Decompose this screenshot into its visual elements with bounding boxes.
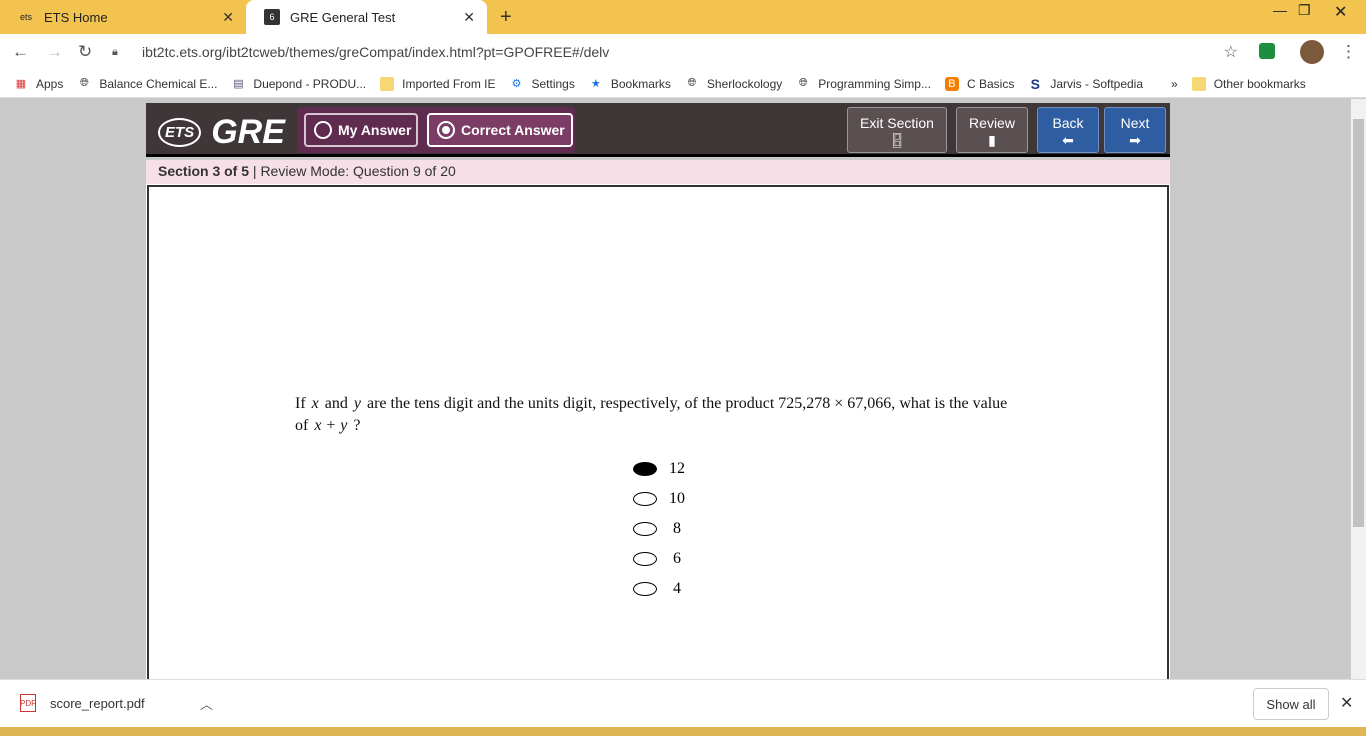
radio-oval-icon bbox=[633, 552, 657, 566]
section-status-bar: Section 3 of 5 | Review Mode: Question 9… bbox=[146, 160, 1170, 184]
radio-oval-icon bbox=[633, 522, 657, 536]
bookmark-icon: ▮ bbox=[988, 132, 996, 148]
bookmark-settings[interactable]: ⚙ Settings bbox=[510, 77, 575, 91]
ets-favicon-icon: ets bbox=[19, 12, 32, 22]
close-icon[interactable]: ✕ bbox=[1340, 693, 1353, 713]
answer-toggle-group: My Answer Correct Answer bbox=[297, 107, 575, 153]
restore-icon[interactable]: ❐ bbox=[1298, 2, 1311, 19]
tab-title: ETS Home bbox=[44, 9, 108, 25]
arrow-left-icon: ⬅ bbox=[1062, 132, 1074, 148]
exit-section-button[interactable]: Exit Section 🚪︎ bbox=[847, 107, 947, 153]
close-window-icon[interactable]: ✕ bbox=[1334, 2, 1347, 22]
close-tab-icon[interactable]: ✕ bbox=[222, 9, 234, 26]
answer-choice[interactable]: 4 bbox=[633, 580, 697, 598]
minimize-icon[interactable]: — bbox=[1273, 2, 1287, 18]
download-item[interactable]: PDF score_report.pdf bbox=[20, 694, 145, 712]
bookmark-jarvis-softpedia[interactable]: S Jarvis - Softpedia bbox=[1028, 75, 1143, 92]
bookmark-balance-chemical[interactable]: 🌐︎ Balance Chemical E... bbox=[77, 77, 217, 91]
radio-oval-icon bbox=[633, 582, 657, 596]
browser-toolbar: ← → ↻ 🔒︎ ibt2tc.ets.org/ibt2tcweb/themes… bbox=[0, 34, 1366, 70]
answer-choice[interactable]: 10 bbox=[633, 490, 697, 508]
tab-gre-general-test[interactable]: 6 GRE General Test ✕ bbox=[246, 0, 487, 34]
download-bar: PDF score_report.pdf ︿ Show all ✕ bbox=[0, 679, 1366, 727]
show-all-button[interactable]: Show all bbox=[1253, 688, 1329, 720]
radio-selected-icon bbox=[437, 121, 455, 139]
question-panel: If x and y are the tens digit and the units … bbox=[146, 184, 1170, 679]
folder-icon bbox=[1191, 76, 1206, 91]
radio-oval-icon bbox=[633, 492, 657, 506]
browser-tab-strip: ets ETS Home ✕ 6 GRE General Test ✕ + — … bbox=[0, 0, 1366, 34]
arrow-right-icon: ➡ bbox=[1129, 132, 1141, 148]
chevron-up-icon[interactable]: ︿ bbox=[200, 694, 213, 713]
globe-icon: 🌐︎ bbox=[798, 77, 808, 89]
gre-header: ETS GRE My Answer Correct Answer Exit Se… bbox=[146, 103, 1170, 157]
bookmark-star-icon[interactable]: ☆ bbox=[1224, 42, 1238, 62]
tab-ets-home[interactable]: ets ETS Home ✕ bbox=[0, 0, 246, 34]
other-bookmarks[interactable]: Other bookmarks bbox=[1191, 76, 1306, 91]
correct-answer-button[interactable]: Correct Answer bbox=[427, 113, 573, 147]
bookmarks-bar: ▦ Apps 🌐︎ Balance Chemical E... ▤ Duepond -… bbox=[0, 70, 1366, 98]
next-button[interactable]: Next ➡ bbox=[1104, 107, 1166, 153]
radio-empty-icon bbox=[314, 121, 332, 139]
softpedia-icon: S bbox=[1030, 75, 1040, 92]
gear-icon: ⚙ bbox=[511, 78, 522, 90]
menu-kebab-icon[interactable]: ⋮ bbox=[1340, 42, 1357, 62]
reload-icon[interactable]: ↻ bbox=[78, 42, 92, 62]
os-taskbar bbox=[0, 727, 1366, 736]
back-arrow-icon[interactable]: ← bbox=[12, 42, 29, 62]
bookmark-apps[interactable]: ▦ Apps bbox=[14, 77, 64, 91]
pdf-file-icon: PDF bbox=[20, 694, 36, 712]
more-bookmarks-button[interactable]: » bbox=[1171, 77, 1178, 91]
bookmark-bookmarks[interactable]: ★ Bookmarks bbox=[589, 77, 671, 91]
apps-grid-icon: ▦ bbox=[15, 78, 27, 90]
bookmark-sherlockology[interactable]: 🌐︎ Sherlockology bbox=[685, 77, 782, 91]
answer-choice[interactable]: 12 bbox=[633, 460, 697, 478]
bookmark-c-basics[interactable]: BC Basics bbox=[944, 76, 1014, 91]
extension-icon[interactable] bbox=[1259, 43, 1275, 59]
lock-icon: 🔒︎ bbox=[112, 45, 118, 58]
bookmark-duepond[interactable]: ▤ Duepond - PRODU... bbox=[231, 77, 366, 91]
ets-gre-logo: ETS GRE bbox=[158, 113, 285, 152]
star-icon: ★ bbox=[590, 78, 601, 90]
globe-icon: 🌐︎ bbox=[687, 77, 697, 89]
new-tab-icon[interactable]: + bbox=[500, 6, 512, 29]
my-answer-button[interactable]: My Answer bbox=[304, 113, 418, 147]
question-text: If x and y are the tens digit and the units … bbox=[295, 395, 1008, 434]
url-text[interactable]: ibt2tc.ets.org/ibt2tcweb/themes/greCompa… bbox=[142, 44, 609, 60]
page-viewport: ETS GRE My Answer Correct Answer Exit Se… bbox=[0, 99, 1366, 679]
folder-icon bbox=[380, 76, 395, 91]
scrollbar-thumb[interactable] bbox=[1353, 119, 1364, 527]
answer-choice[interactable]: 8 bbox=[633, 520, 697, 538]
globe-icon: 🌐︎ bbox=[79, 77, 89, 89]
radio-oval-icon bbox=[633, 462, 657, 476]
bookmark-imported-from-ie[interactable]: Imported From IE bbox=[380, 76, 496, 91]
blogger-icon: B bbox=[944, 76, 959, 91]
review-button[interactable]: Review ▮ bbox=[956, 107, 1028, 153]
page-scrollbar[interactable] bbox=[1351, 99, 1366, 679]
doc-icon: ▤ bbox=[233, 78, 244, 90]
door-icon: 🚪︎ bbox=[888, 132, 906, 148]
back-button[interactable]: Back ⬅ bbox=[1037, 107, 1099, 153]
gre-favicon-icon: 6 bbox=[264, 9, 280, 25]
close-tab-icon[interactable]: ✕ bbox=[463, 9, 475, 26]
tab-title: GRE General Test bbox=[290, 9, 396, 25]
address-bar[interactable]: 🔒︎ ibt2tc.ets.org/ibt2tcweb/themes/greCo… bbox=[112, 39, 1244, 65]
answer-choice[interactable]: 6 bbox=[633, 550, 697, 568]
bookmark-programming-simp[interactable]: 🌐︎ Programming Simp... bbox=[796, 77, 931, 91]
profile-avatar[interactable] bbox=[1300, 40, 1324, 64]
forward-arrow-icon[interactable]: → bbox=[46, 42, 63, 62]
